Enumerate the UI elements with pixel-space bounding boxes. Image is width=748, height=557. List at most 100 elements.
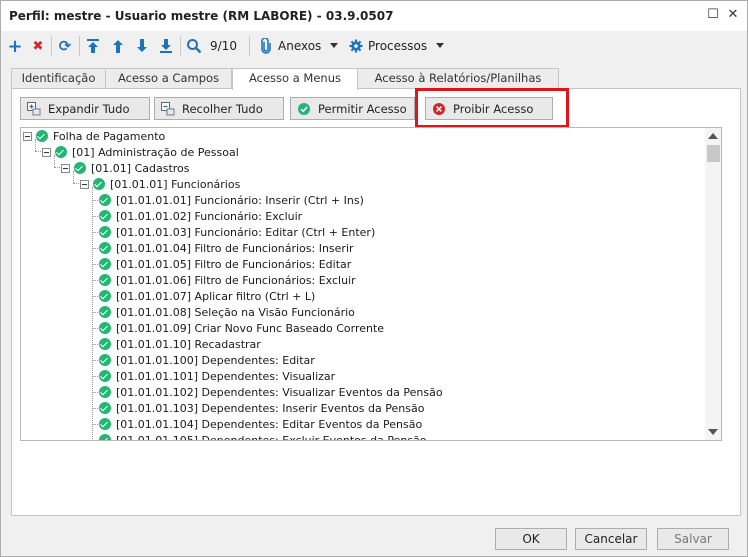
tree-node-level3[interactable]: [01.01.01] Funcionários bbox=[80, 176, 240, 192]
tree-node-label: Folha de Pagamento bbox=[53, 129, 166, 143]
toolbar-separator bbox=[51, 36, 52, 56]
first-record-icon[interactable] bbox=[85, 38, 101, 54]
tree-connector bbox=[92, 232, 98, 233]
scroll-down-icon[interactable] bbox=[708, 429, 718, 435]
tree-leaf-item[interactable]: [01.01.01.03] Funcionário: Editar (Ctrl … bbox=[92, 224, 375, 240]
tree-leaf-label: [01.01.01.05] Filtro de Funcionários: Ed… bbox=[116, 257, 352, 271]
allow-access-button[interactable]: Permitir Acesso bbox=[290, 97, 415, 120]
tree-node-level2[interactable]: [01.01] Cadastros bbox=[61, 160, 190, 176]
tree-leaf-item[interactable]: [01.01.01.09] Criar Novo Func Baseado Co… bbox=[92, 320, 384, 336]
check-circle-icon[interactable] bbox=[99, 274, 111, 286]
tree-leaf-label: [01.01.01.10] Recadastrar bbox=[116, 337, 261, 351]
tree-leaf-item[interactable]: [01.01.01.06] Filtro de Funcionários: Ex… bbox=[92, 272, 356, 288]
tab-acesso-menus[interactable]: Acesso a Menus bbox=[232, 68, 358, 90]
tree-leaf-label: [01.01.01.02] Funcionário: Excluir bbox=[116, 209, 303, 223]
maximize-icon[interactable]: ☐ bbox=[705, 7, 721, 23]
check-circle-icon[interactable] bbox=[99, 402, 111, 414]
tree-leaf-item[interactable]: [01.01.01.10] Recadastrar bbox=[92, 336, 261, 352]
collapse-tree-icon bbox=[161, 101, 175, 116]
profile-window: Perfil: mestre - Usuario mestre (RM LABO… bbox=[0, 0, 748, 557]
processes-menu[interactable]: Processos bbox=[368, 39, 427, 53]
tree-leaf-item[interactable]: [01.01.01.103] Dependentes: Inserir Even… bbox=[92, 400, 424, 416]
check-circle-icon[interactable] bbox=[99, 226, 111, 238]
collapse-node-icon[interactable] bbox=[61, 163, 70, 173]
collapse-node-icon[interactable] bbox=[80, 179, 89, 189]
check-circle-icon[interactable] bbox=[99, 210, 111, 222]
tree-leaf-item[interactable]: [01.01.01.105] Dependentes: Excluir Even… bbox=[99, 432, 427, 440]
tree-leaf-label: [01.01.01.102] Dependentes: Visualizar E… bbox=[116, 385, 443, 399]
tree-leaf-item[interactable]: [01.01.01.01] Funcionário: Inserir (Ctrl… bbox=[92, 192, 364, 208]
check-circle-icon[interactable] bbox=[99, 338, 111, 350]
check-circle-icon[interactable] bbox=[99, 354, 111, 366]
check-circle-icon[interactable] bbox=[55, 146, 67, 158]
tab-acesso-campos[interactable]: Acesso a Campos bbox=[105, 68, 232, 89]
tab-identificacao[interactable]: Identificação bbox=[11, 68, 106, 89]
tree-node-level1[interactable]: [01] Administração de Pessoal bbox=[42, 144, 239, 160]
tree-node-root[interactable]: Folha de Pagamento bbox=[23, 128, 165, 144]
previous-record-icon[interactable] bbox=[110, 38, 126, 54]
highlight-box bbox=[415, 88, 569, 128]
refresh-icon[interactable]: ⟳ bbox=[57, 37, 73, 55]
expand-all-button[interactable]: Expandir Tudo bbox=[20, 97, 150, 120]
scroll-up-icon[interactable] bbox=[708, 133, 718, 139]
ok-button[interactable]: OK bbox=[495, 528, 567, 550]
tree-leaf-label: [01.01.01.08] Seleção na Visão Funcionár… bbox=[116, 305, 355, 319]
check-circle-icon[interactable] bbox=[99, 370, 111, 382]
tree-leaf-label: [01.01.01.04] Filtro de Funcionários: In… bbox=[116, 241, 354, 255]
check-circle-icon[interactable] bbox=[99, 194, 111, 206]
vertical-scrollbar[interactable] bbox=[705, 128, 721, 440]
next-record-icon[interactable] bbox=[134, 38, 150, 54]
chevron-down-icon[interactable] bbox=[330, 43, 338, 48]
save-button[interactable]: Salvar bbox=[657, 528, 729, 550]
tree-leaf-item[interactable]: [01.01.01.102] Dependentes: Visualizar E… bbox=[92, 384, 443, 400]
tree-leaf-item[interactable]: [01.01.01.02] Funcionário: Excluir bbox=[92, 208, 303, 224]
check-circle-icon[interactable] bbox=[74, 162, 86, 174]
check-circle-icon[interactable] bbox=[99, 434, 111, 440]
search-icon[interactable] bbox=[186, 38, 202, 54]
check-circle-icon[interactable] bbox=[99, 418, 111, 430]
allow-access-label: Permitir Acesso bbox=[318, 101, 407, 116]
delete-icon[interactable]: ✖ bbox=[30, 38, 46, 54]
tree-node-label: [01.01.01] Funcionários bbox=[110, 177, 241, 191]
tab-acesso-relatorios[interactable]: Acesso à Relatórios/Planilhas bbox=[357, 68, 559, 89]
last-record-icon[interactable] bbox=[158, 38, 174, 54]
tree-leaf-item[interactable]: [01.01.01.07] Aplicar filtro (Ctrl + L) bbox=[92, 288, 316, 304]
tree-connector bbox=[92, 344, 98, 345]
collapse-all-label: Recolher Tudo bbox=[182, 101, 263, 116]
scrollbar-thumb[interactable] bbox=[707, 145, 720, 162]
check-circle-icon[interactable] bbox=[36, 130, 48, 142]
gear-icon[interactable] bbox=[348, 38, 364, 54]
paperclip-icon[interactable] bbox=[258, 38, 274, 54]
collapse-node-icon[interactable] bbox=[23, 131, 32, 141]
tree-leaf-item[interactable]: [01.01.01.104] Dependentes: Editar Event… bbox=[92, 416, 422, 432]
toolbar: + ✖ ⟳ 9/10 Anexos Processos bbox=[1, 31, 747, 61]
tree-leaf-label: [01.01.01.101] Dependentes: Visualizar bbox=[116, 369, 336, 383]
tree-connector bbox=[92, 296, 98, 297]
add-icon[interactable]: + bbox=[7, 36, 23, 57]
tree-leaf-item[interactable]: [01.01.01.08] Seleção na Visão Funcionár… bbox=[92, 304, 355, 320]
menu-tree[interactable]: Folha de Pagamento [01] Administração de… bbox=[20, 127, 722, 441]
chevron-down-icon[interactable] bbox=[436, 43, 444, 48]
tree-leaf-item[interactable]: [01.01.01.100] Dependentes: Editar bbox=[92, 352, 315, 368]
check-circle-icon[interactable] bbox=[99, 290, 111, 302]
tree-connector bbox=[92, 280, 98, 281]
tree-leaf-item[interactable]: [01.01.01.04] Filtro de Funcionários: In… bbox=[92, 240, 354, 256]
tree-leaf-item[interactable]: [01.01.01.101] Dependentes: Visualizar bbox=[92, 368, 336, 384]
attachments-menu[interactable]: Anexos bbox=[278, 39, 321, 53]
cancel-button[interactable]: Cancelar bbox=[575, 528, 647, 550]
record-counter: 9/10 bbox=[210, 39, 237, 53]
check-circle-icon[interactable] bbox=[99, 242, 111, 254]
check-circle-icon[interactable] bbox=[93, 178, 105, 190]
check-circle-icon[interactable] bbox=[99, 306, 111, 318]
collapse-all-button[interactable]: Recolher Tudo bbox=[154, 97, 284, 120]
tree-connector bbox=[92, 360, 98, 361]
check-circle-icon[interactable] bbox=[99, 386, 111, 398]
collapse-node-icon[interactable] bbox=[42, 147, 51, 157]
tree-leaf-item[interactable]: [01.01.01.05] Filtro de Funcionários: Ed… bbox=[92, 256, 352, 272]
check-circle-icon[interactable] bbox=[99, 322, 111, 334]
tree-leaf-label: [01.01.01.100] Dependentes: Editar bbox=[116, 353, 315, 367]
close-icon[interactable]: ✕ bbox=[725, 7, 741, 23]
tree-leaf-label: [01.01.01.07] Aplicar filtro (Ctrl + L) bbox=[116, 289, 316, 303]
check-circle-icon[interactable] bbox=[99, 258, 111, 270]
toolbar-separator bbox=[79, 36, 80, 56]
